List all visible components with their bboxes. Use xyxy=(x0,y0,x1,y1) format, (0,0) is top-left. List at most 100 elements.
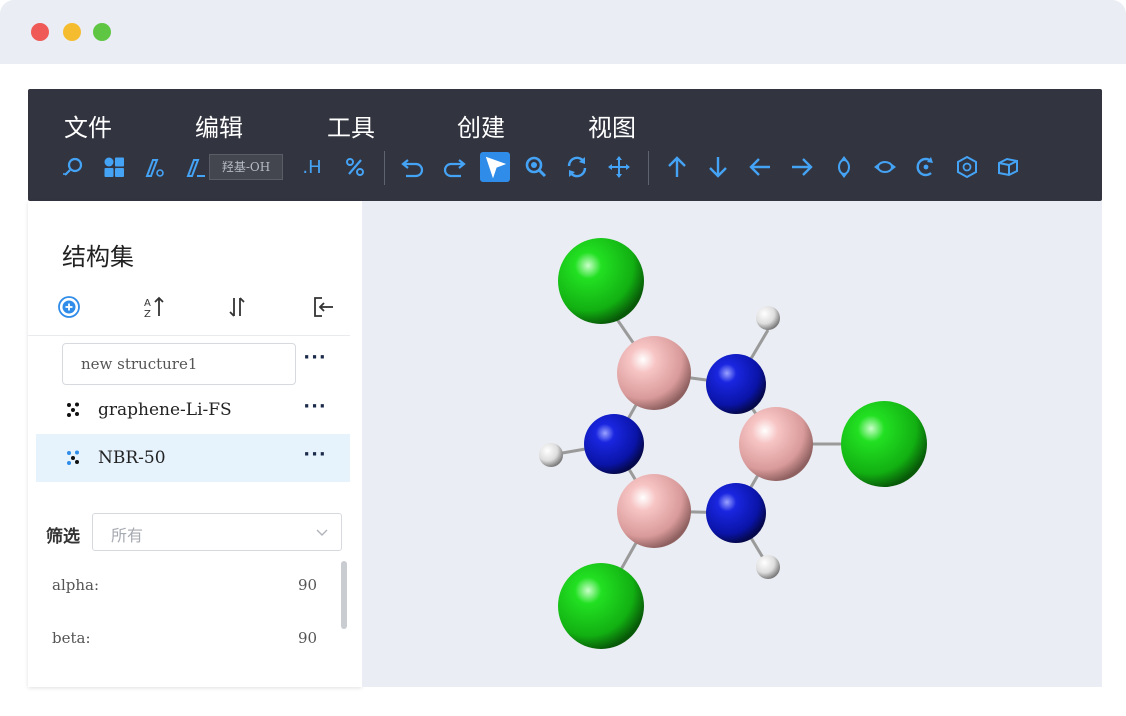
structure-dots-icon xyxy=(67,402,79,417)
boron-atom[interactable] xyxy=(617,336,691,410)
rotate-button[interactable] xyxy=(562,152,592,182)
menu-edit[interactable]: 编辑 xyxy=(195,108,243,143)
molecule-canvas[interactable] xyxy=(362,201,1102,687)
boron-atom[interactable] xyxy=(739,407,813,481)
param-value: 90 xyxy=(298,576,318,594)
vertical-flip-button[interactable] xyxy=(829,152,859,182)
menu-view[interactable]: 视图 xyxy=(588,108,636,143)
arrow-left-button[interactable] xyxy=(745,152,775,182)
param-value: 90 xyxy=(298,629,318,647)
boron-atom[interactable] xyxy=(617,474,691,548)
add-structure-button[interactable] xyxy=(54,292,84,322)
sidebar-scrollbar[interactable] xyxy=(341,561,347,629)
hydrogen-atom[interactable] xyxy=(756,306,780,330)
hydrogen-atom[interactable] xyxy=(756,555,780,579)
arrow-down-button[interactable] xyxy=(703,152,733,182)
arrow-up-button[interactable] xyxy=(662,152,692,182)
chlorine-atom[interactable] xyxy=(841,401,927,487)
sidebar-divider xyxy=(28,335,350,336)
hydrogen-atom[interactable] xyxy=(539,443,563,467)
percent-button[interactable] xyxy=(340,152,370,182)
molecule-viewport[interactable] xyxy=(362,201,1102,687)
rotate-icon xyxy=(567,156,587,178)
add-group-icon xyxy=(186,159,205,177)
move-button[interactable] xyxy=(604,152,634,182)
toolbar-separator xyxy=(384,151,385,185)
select-icon xyxy=(485,156,507,179)
more-options-button[interactable]: ··· xyxy=(300,444,330,470)
more-options-button[interactable]: ··· xyxy=(300,347,330,373)
arrow-down-icon xyxy=(709,157,727,178)
app-window: 文件 编辑 工具 创建 视图 羟基-OH .H 结构集 A Z new stru… xyxy=(0,0,1126,716)
search-atom-icon xyxy=(63,157,83,176)
chlorine-atom[interactable] xyxy=(558,563,644,649)
select-button[interactable] xyxy=(480,152,510,182)
add-hydrogen-button[interactable]: .H xyxy=(297,152,327,182)
toolbar-separator xyxy=(648,151,649,185)
rotate-c-icon xyxy=(916,157,933,177)
structure-row-editing: new structure1 ··· xyxy=(36,337,350,385)
atoms xyxy=(539,238,927,649)
menu-file[interactable]: 文件 xyxy=(64,108,112,143)
menu-tools[interactable]: 工具 xyxy=(327,108,375,143)
filter-select[interactable]: 所有 xyxy=(92,513,342,551)
hexagon-button[interactable] xyxy=(952,152,982,182)
app-body: 文件 编辑 工具 创建 视图 羟基-OH .H 结构集 A Z new stru… xyxy=(28,89,1102,687)
zoom-button[interactable] xyxy=(521,152,551,182)
undo-button[interactable] xyxy=(398,152,428,182)
minimize-window-button[interactable] xyxy=(63,23,81,41)
horizontal-flip-icon xyxy=(874,161,896,173)
toolbar: 羟基-OH .H xyxy=(28,149,1102,185)
draw-bond-icon xyxy=(145,159,164,177)
redo-icon xyxy=(443,159,466,178)
add-group-button[interactable] xyxy=(181,152,211,182)
structure-sidebar: 结构集 AZ new structure1 ··· graphene-Li-FS… xyxy=(28,201,362,687)
grid-icon xyxy=(104,157,124,177)
param-name: alpha: xyxy=(52,576,99,594)
functional-group-input[interactable]: 羟基-OH xyxy=(209,154,283,180)
structure-name-input[interactable]: new structure1 xyxy=(62,343,296,385)
chlorine-atom[interactable] xyxy=(558,238,644,324)
nitrogen-atom[interactable] xyxy=(584,414,644,474)
arrow-right-button[interactable] xyxy=(787,152,817,182)
title-bar xyxy=(0,0,1126,64)
arrow-left-icon xyxy=(749,158,770,176)
more-options-button[interactable]: ··· xyxy=(300,396,330,422)
filter-select-value: 所有 xyxy=(111,526,144,545)
structure-dots-icon xyxy=(67,450,79,465)
sort-updown-icon xyxy=(229,297,245,317)
menu-create[interactable]: 创建 xyxy=(457,108,505,143)
sort-az-icon: AZ xyxy=(144,296,164,320)
rotate-c-button[interactable] xyxy=(911,152,941,182)
filter-label: 筛选 xyxy=(46,527,80,547)
cube-icon xyxy=(998,157,1018,177)
draw-bond-button[interactable] xyxy=(140,152,170,182)
cube-button[interactable] xyxy=(993,152,1023,182)
sort-order-button[interactable] xyxy=(222,292,252,322)
arrow-up-icon xyxy=(668,156,686,177)
move-icon xyxy=(608,156,630,178)
vertical-flip-icon xyxy=(838,156,850,178)
add-circle-icon xyxy=(58,296,80,318)
zoom-icon xyxy=(525,156,547,178)
param-name: beta: xyxy=(52,629,91,647)
close-window-button[interactable] xyxy=(31,23,49,41)
structure-row-selected[interactable]: NBR-50 ··· xyxy=(36,434,350,482)
horizontal-flip-button[interactable] xyxy=(870,152,900,182)
svg-text:Z: Z xyxy=(144,309,151,320)
search-atom-button[interactable] xyxy=(58,152,88,182)
sidebar-title: 结构集 xyxy=(62,243,134,271)
structure-grid-button[interactable] xyxy=(99,152,129,182)
percent-icon xyxy=(346,158,364,176)
collapse-sidebar-button[interactable] xyxy=(308,292,338,322)
structure-name: NBR-50 xyxy=(98,448,166,468)
top-bar: 文件 编辑 工具 创建 视图 羟基-OH .H xyxy=(28,89,1102,201)
sort-az-button[interactable]: AZ xyxy=(139,292,169,322)
undo-icon xyxy=(401,159,424,178)
chevron-down-icon xyxy=(316,529,328,536)
maximize-window-button[interactable] xyxy=(93,23,111,41)
nitrogen-atom[interactable] xyxy=(706,354,766,414)
structure-row[interactable]: graphene-Li-FS ··· xyxy=(36,386,350,434)
redo-button[interactable] xyxy=(439,152,469,182)
nitrogen-atom[interactable] xyxy=(706,483,766,543)
